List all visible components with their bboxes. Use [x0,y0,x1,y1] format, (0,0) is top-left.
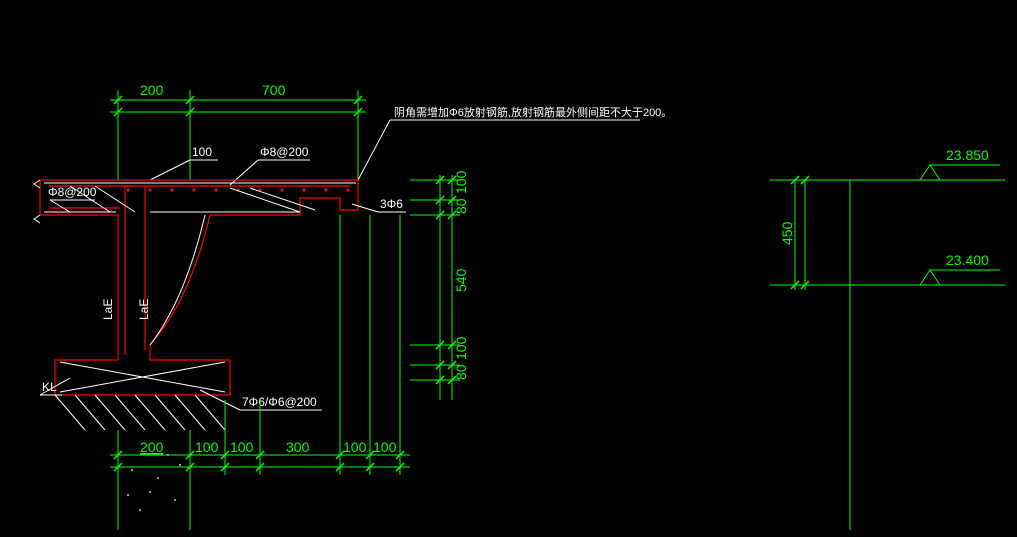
rebar-a-text: Φ8@200 [260,145,309,159]
note-leader: 阴角需增加Φ6放射钢筋,放射钢筋最外侧间距不大于200。 [358,105,672,180]
dim-b-100d: 100 [373,439,397,455]
rebar-d-text: 7Φ6/Φ6@200 [242,395,317,409]
dim-b-100c: 100 [343,439,367,455]
dim-right: 100 80 540 100 80 [410,170,469,400]
dim-b-200: 200 [140,439,164,455]
dim-r-80a: 80 [453,198,469,214]
dim-r-100a: 100 [453,170,469,194]
inner-100-text: 100 [192,145,212,159]
lae-2: LaE [137,299,151,320]
dim-r-80b: 80 [453,364,469,380]
rebar-c: 3Φ6 [352,197,406,212]
dim-top-700: 700 [262,82,286,98]
rebar-d: 7Φ6/Φ6@200 [200,390,322,410]
kl-text: KL [42,380,57,394]
elevation-block: 450 23.850 23.400 [770,147,1005,530]
dim-b-100b: 100 [230,439,254,455]
elev-bot: 23.400 [900,252,1005,285]
elev-top-val: 23.850 [946,147,989,163]
dim-b-300: 300 [286,439,310,455]
elev-diff: 450 [779,221,795,245]
elev-bot-val: 23.400 [946,252,989,268]
dim-r-100b: 100 [453,336,469,360]
cad-canvas: 200 700 阴角需增加Φ6放射钢筋,放射钢筋最外侧间距不大于200。 100… [0,0,1017,537]
stipple [127,454,181,511]
rebar-b-text: Φ8@200 [48,185,97,199]
rebar-a: Φ8@200 [230,145,310,185]
elev-top: 23.850 [900,147,1005,180]
dim-top-200: 200 [140,82,164,98]
lae-1: LaE [101,299,115,320]
dim-r-540: 540 [453,268,469,292]
dim-top: 200 700 [110,82,366,180]
kl-label: KL [40,378,70,395]
rebar-c-text: 3Φ6 [380,197,403,211]
inner-100: 100 [150,145,218,180]
note-text: 阴角需增加Φ6放射钢筋,放射钢筋最外侧间距不大于200。 [394,105,672,119]
inner-white [34,180,356,430]
dim-bottom: 200 100 100 300 100 100 [110,215,410,475]
dim-b-100a: 100 [195,439,219,455]
